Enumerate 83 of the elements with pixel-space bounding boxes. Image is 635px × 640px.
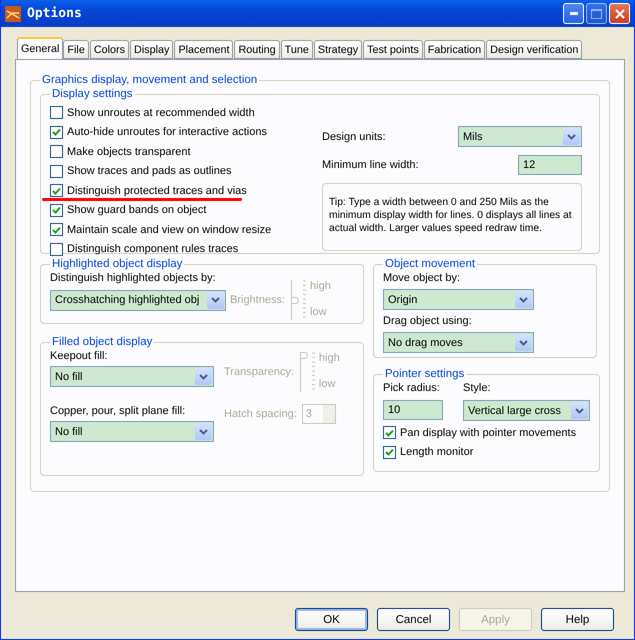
tab[interactable]: General [17,37,64,59]
tab[interactable]: File [63,40,89,59]
maximize-button[interactable] [586,3,607,24]
checkbox[interactable] [50,223,63,236]
chevron-down-icon[interactable] [515,291,532,308]
tip-text: Tip: Type a width between 0 and 250 Mils as the minimum display width for lines. 0 displays all lines at actual width. Larger values speed redraw time. [322,183,582,251]
field-label: Pick radius: [383,382,441,394]
checkbox-label[interactable]: Show unroutes at recommended width [67,106,255,119]
dropdown[interactable]: No drag moves [383,332,534,353]
tab[interactable]: Strategy [314,40,362,59]
checkbox[interactable] [50,184,63,198]
field-label: low [318,378,336,390]
field-label: Style: [463,382,492,394]
tab[interactable]: Display [130,40,174,59]
input-field[interactable]: 10 [383,400,443,420]
checkbox-label[interactable]: Pan display with pointer movements [400,426,576,439]
group-title: Filled object display [51,336,154,348]
tab[interactable]: Colors [90,40,130,59]
dialog-button[interactable]: OK [295,608,368,631]
dialog-button[interactable]: Cancel [377,608,450,631]
tab[interactable]: Fabrication [424,40,486,59]
tab[interactable]: Placement [174,40,234,59]
field-label: Distinguish highlighted objects by: [50,272,216,284]
checkbox[interactable] [383,426,396,440]
checkbox-label[interactable]: Length monitor [400,446,474,458]
maximize-icon [591,8,602,18]
group-title: Object movement [384,258,476,270]
field-label: low [310,306,328,318]
field-label: Design units: [322,130,386,142]
tab[interactable]: Tune [280,40,313,59]
checkbox-label[interactable]: Show traces and pads as outlines [67,165,232,178]
checkbox[interactable] [50,106,63,120]
chevron-down-icon[interactable] [195,423,212,440]
field-label: Minimum line width: [322,159,419,171]
dropdown[interactable]: Crosshatching highlighted obj [50,290,226,310]
field-label: Drag object using: [383,315,473,327]
field-label: high [318,352,340,364]
chevron-down-icon[interactable] [571,402,588,419]
field-label: Keepout fill: [50,350,108,362]
close-icon [614,8,624,18]
dropdown[interactable]: No fill [50,421,214,442]
tab[interactable]: Test points [363,40,423,59]
dropdown[interactable]: Vertical large cross [463,400,590,421]
chevron-down-icon[interactable] [195,368,212,385]
checkbox-label[interactable]: Maintain scale and view on window resize [67,224,272,236]
group-title: Graphics display, movement and selection [41,74,258,86]
field-label: high [310,280,331,292]
tab[interactable]: Routing [234,40,280,59]
checkbox-label[interactable]: Distinguish protected traces and vias [67,184,247,197]
app-logo-icon [5,6,21,22]
close-button[interactable] [609,3,630,24]
checkbox-label[interactable]: Auto-hide unroutes for interactive actions [67,126,267,138]
checkbox[interactable] [383,446,396,459]
field-label: Hatch spacing: [224,408,297,420]
checkbox[interactable] [50,204,63,217]
checkbox-label[interactable]: Distinguish component rules traces [67,243,238,256]
dropdown[interactable]: Mils [458,126,582,147]
minimize-icon [570,12,578,15]
tick-marks [303,280,308,318]
checkbox[interactable] [50,126,63,139]
chevron-down-icon[interactable] [563,128,580,145]
tab[interactable]: Design verification [486,40,582,59]
dropdown[interactable]: No fill [50,366,214,387]
dropdown[interactable]: Origin [383,289,534,310]
field-label: Transparency: [224,366,294,378]
chevron-down-icon[interactable] [515,334,532,351]
field-label: Copper, pour, split plane fill: [50,405,186,417]
group-title: Highlighted object display [51,258,184,270]
checkbox-label[interactable]: Make objects transparent [67,146,191,158]
group-title: Display settings [51,88,134,100]
checkbox[interactable] [50,242,63,256]
field-label: Move object by: [383,272,462,284]
checkbox-label[interactable]: Show guard bands on object [67,204,206,216]
input-field[interactable]: 12 [518,155,582,175]
chevron-down-icon[interactable] [207,292,224,308]
field-label: Brightness: [230,294,286,306]
checkbox[interactable] [50,145,63,158]
tick-marks [312,352,316,390]
minimize-button[interactable] [563,3,584,24]
checkbox[interactable] [50,164,63,178]
group-title: Pointer settings [384,368,466,380]
dialog-button[interactable]: Help [541,608,614,631]
window-title: Options [27,6,83,21]
